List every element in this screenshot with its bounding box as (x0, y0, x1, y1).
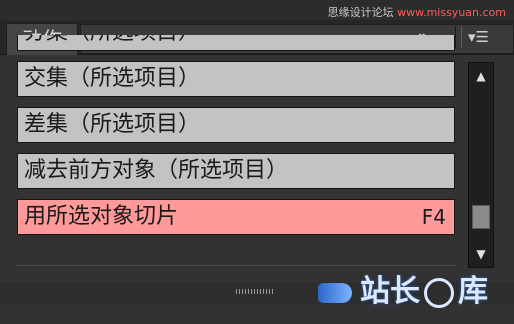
action-item-minus-front[interactable]: 减去前方对象（所选项目） (17, 153, 455, 189)
scroll-thumb[interactable] (472, 205, 490, 229)
top-strip: 思缘设计论坛 www.missyuan.com (0, 0, 514, 20)
list-divider (17, 265, 455, 266)
watermark-url: www.missyuan.com (397, 6, 506, 19)
watermark-logo: 站长 库 (318, 272, 508, 312)
action-item-label: 交集（所选项目） (24, 66, 201, 91)
scroll-up-arrow-icon[interactable]: ▲ (469, 65, 493, 87)
panel-grip-icon[interactable] (455, 26, 462, 48)
watermark-prefix: 思缘设计论坛 (327, 6, 398, 19)
logo-text-tail: 库 (458, 274, 488, 309)
scroll-down-arrow-icon[interactable]: ▼ (469, 243, 493, 265)
action-item-intersect[interactable]: 交集（所选项目） (17, 61, 455, 97)
action-item-label: 用所选对象切片 (24, 204, 179, 229)
vertical-scrollbar[interactable]: ▲ ▼ (468, 62, 494, 268)
action-item-make-slice[interactable]: 用所选对象切片 F4 (17, 199, 455, 235)
actions-list: 分集（所选项目） 交集（所选项目） 差集（所选项目） 减去前方对象（所选项目） … (17, 35, 455, 260)
resize-grip-icon[interactable] (236, 289, 274, 294)
action-shortcut: F4 (421, 205, 446, 229)
watermark-text: 思缘设计论坛 www.missyuan.com (328, 4, 506, 20)
logo-swoosh-icon (318, 282, 352, 303)
action-item-label: 差集（所选项目） (24, 112, 201, 137)
action-item-exclude[interactable]: 差集（所选项目） (17, 107, 455, 143)
panel-menu-icon[interactable]: ▾☰ (468, 26, 498, 48)
logo-text: 站长 (360, 274, 420, 309)
action-item-divide[interactable]: 分集（所选项目） (17, 35, 455, 51)
action-item-label: 减去前方对象（所选项目） (24, 158, 289, 183)
logo-badge-icon (424, 277, 454, 308)
action-item-label: 分集（所选项目） (24, 35, 200, 45)
